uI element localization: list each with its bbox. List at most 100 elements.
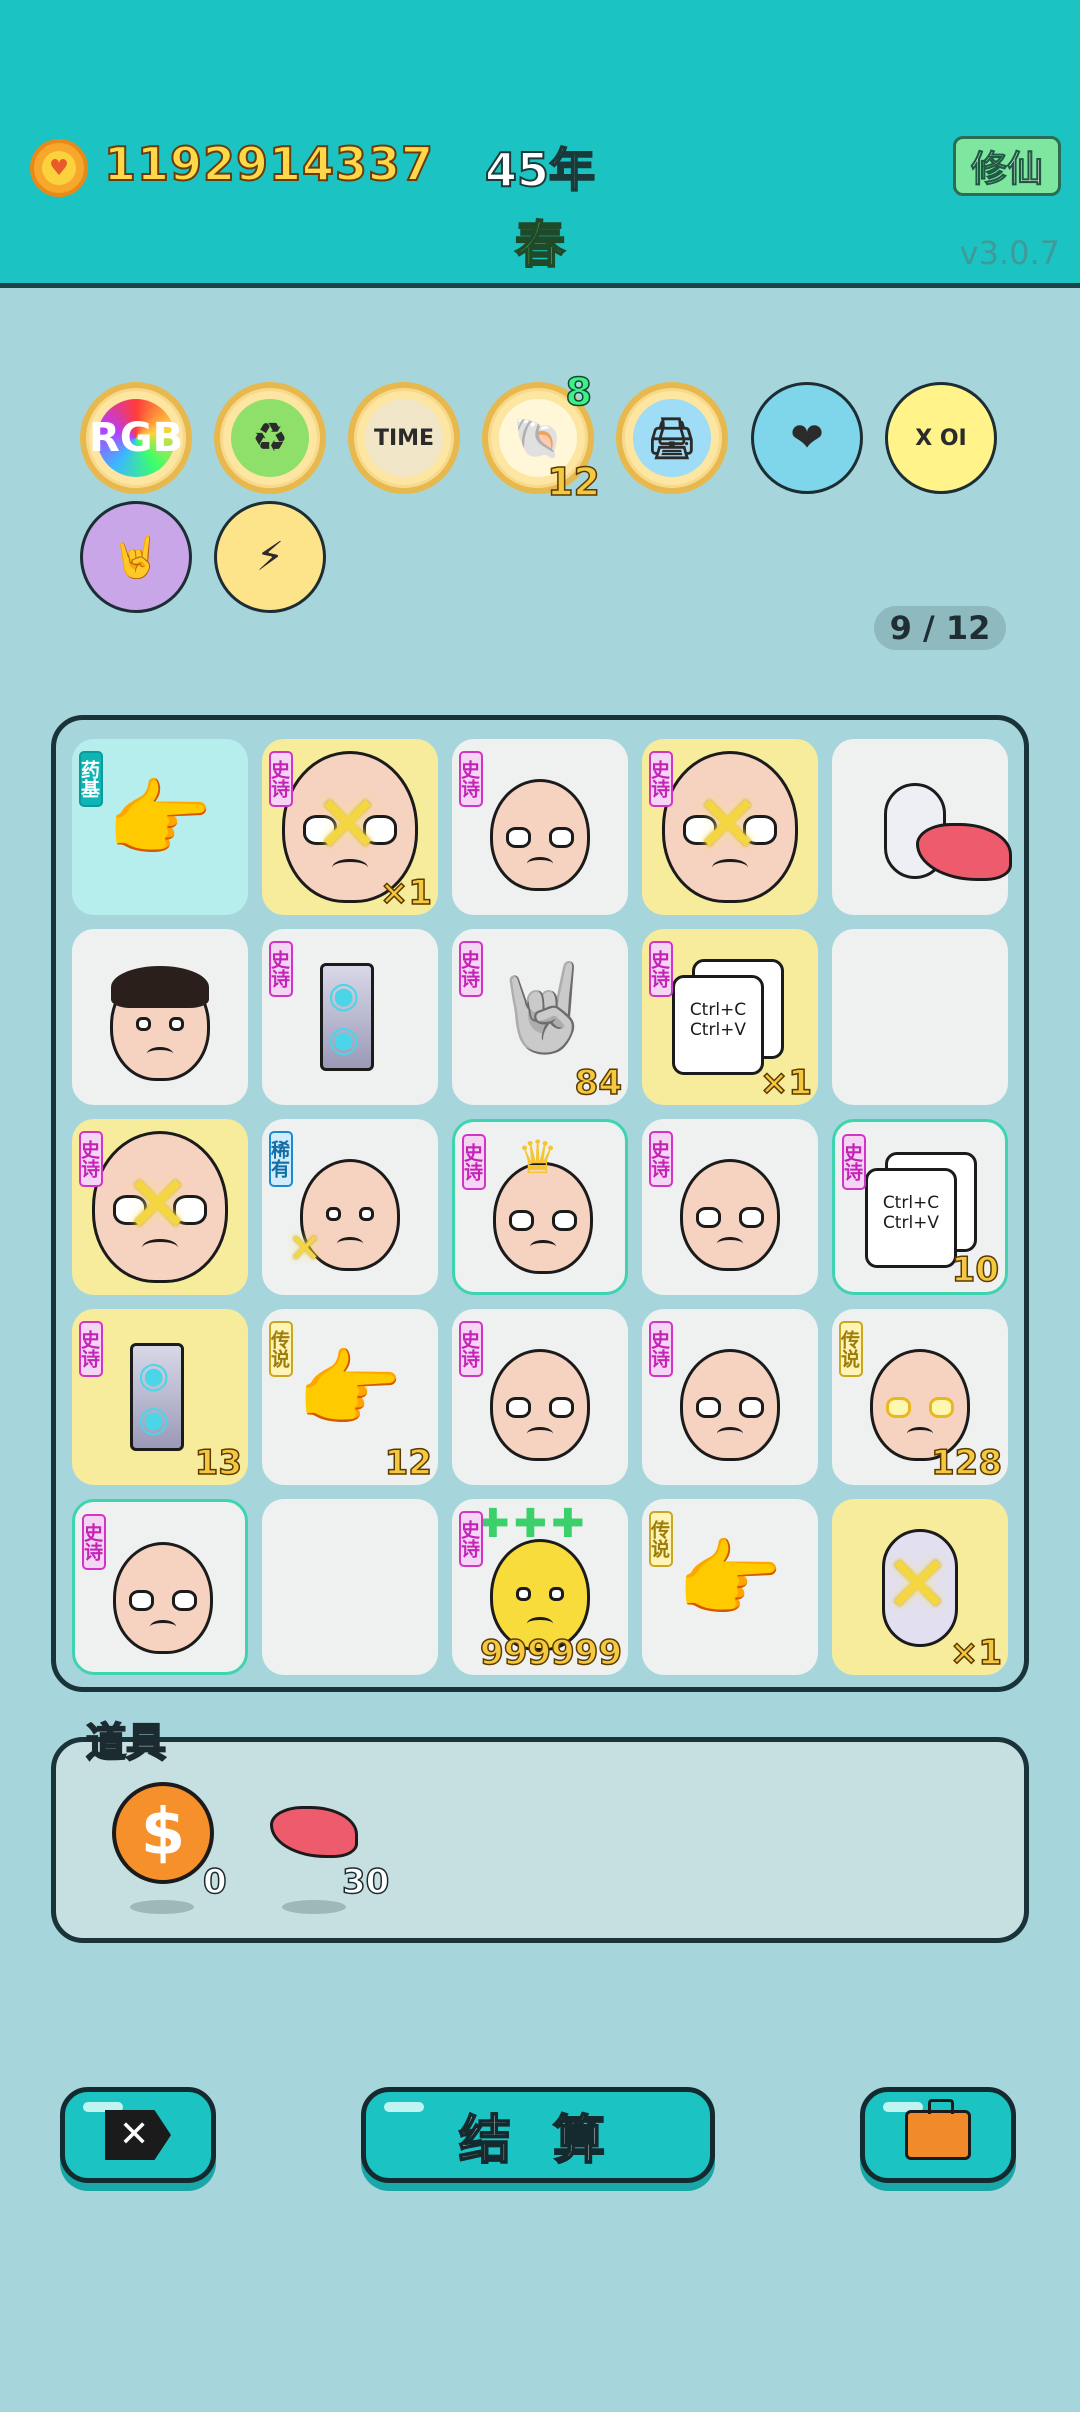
item-slot[interactable] <box>72 929 248 1105</box>
rock-hand-relic[interactable]: 🤘 <box>80 501 192 613</box>
item-slot[interactable]: Ctrl+C Ctrl+V 史诗 10 <box>832 1119 1008 1295</box>
chip-relic-icon: X OI <box>915 425 967 451</box>
xiuxian-button[interactable]: 修仙 <box>953 136 1061 196</box>
item-slot[interactable]: 👉 传说 <box>642 1499 818 1675</box>
close-tag-icon: ✕ <box>105 2110 171 2160</box>
pointing-hand-icon: 👉 <box>676 1530 784 1630</box>
close-button[interactable]: ✕ <box>60 2087 216 2183</box>
item-slot[interactable]: ◉ ◉ 史诗 <box>262 929 438 1105</box>
bald-glasses-face-icon <box>680 1349 780 1461</box>
bald-glasses-face-icon <box>680 1159 780 1271</box>
rarity-tag: 史诗 <box>458 941 483 997</box>
item-count: 10 <box>951 1249 1000 1291</box>
rarity-tag: 传说 <box>838 1321 863 1377</box>
rarity-tag: 史诗 <box>78 1131 103 1187</box>
recycle-relic[interactable]: ♻ <box>214 382 326 494</box>
item-slot[interactable]: ✕ 史诗 <box>72 1119 248 1295</box>
item-slot[interactable]: ✚✚✚ 史诗 999999 <box>452 1499 628 1675</box>
coin-shadow <box>130 1900 194 1914</box>
item-count: 128 <box>930 1442 1002 1484</box>
item-slot[interactable]: 史诗 <box>642 1119 818 1295</box>
rarity-tag: 传说 <box>648 1511 673 1567</box>
button-shine <box>384 2102 424 2112</box>
x-mark-icon: ✕ <box>124 1158 192 1251</box>
relic-bottom-number: 12 <box>546 459 600 505</box>
item-slot[interactable]: 👉 药基 <box>72 739 248 915</box>
item-slot[interactable]: 🤘 史诗 84 <box>452 929 628 1105</box>
time-magazine-relic[interactable]: TIME <box>348 382 460 494</box>
item-slot[interactable]: 传说 128 <box>832 1309 1008 1485</box>
item-slot[interactable]: 史诗 <box>72 1499 248 1675</box>
fan-icon: ◉ <box>138 1399 170 1440</box>
pointing-hand-icon: 👉 <box>106 770 214 870</box>
x-mark-icon: ✕ <box>884 1538 952 1631</box>
sprout-icon: ✚✚✚ <box>476 1501 589 1547</box>
item-slot[interactable]: ✕ ×1 <box>832 1499 1008 1675</box>
dollar-coin-prop-count: 0 <box>202 1861 227 1903</box>
grey-hand-icon: 🤘 <box>490 958 598 1058</box>
item-count: 13 <box>194 1442 243 1484</box>
year-label: 45年 <box>484 142 596 198</box>
item-count: 84 <box>574 1062 623 1104</box>
chip-relic[interactable]: X OI <box>885 382 997 494</box>
rarity-tag: 传说 <box>268 1321 293 1377</box>
rarity-tag: 史诗 <box>648 1321 673 1377</box>
blood-bag-relic[interactable]: ❤ <box>751 382 863 494</box>
item-slot[interactable]: 史诗 <box>642 1309 818 1485</box>
fan-icon: ◉ <box>138 1355 170 1396</box>
rarity-tag: 史诗 <box>648 1131 673 1187</box>
x-mark-icon: ✕ <box>288 1226 322 1272</box>
x-mark-icon: ✕ <box>694 778 762 871</box>
bald-glasses-face-icon <box>490 779 590 891</box>
item-slot[interactable]: 史诗 <box>452 739 628 915</box>
money-counter: 1192914337 <box>103 136 435 192</box>
item-count: ×1 <box>379 872 433 914</box>
rarity-tag: 史诗 <box>458 1511 483 1567</box>
item-slot[interactable] <box>832 739 1012 915</box>
item-slot[interactable]: Ctrl+C Ctrl+V 史诗 ×1 <box>642 929 818 1105</box>
recycle-relic-icon: ♻ <box>231 399 309 477</box>
shell-relic[interactable]: 🐚 8 12 <box>482 369 601 505</box>
version-label: v3.0.7 <box>959 234 1060 272</box>
props-title: 道具 <box>85 1719 167 1767</box>
bald-glasses-face-icon <box>113 1542 213 1654</box>
crown-icon: ♛ <box>517 1130 559 1184</box>
pointing-hand-icon: 👉 <box>296 1340 404 1440</box>
x-mark-icon: ✕ <box>314 778 382 871</box>
settle-label: 结 算 <box>458 2110 618 2172</box>
item-count: ×1 <box>759 1062 813 1104</box>
rarity-tag: 稀有 <box>268 1131 293 1187</box>
empty-slot[interactable] <box>832 929 1008 1105</box>
bag-button[interactable] <box>860 2087 1016 2183</box>
briefcase-icon <box>905 2099 971 2160</box>
page-counter: 9 / 12 <box>874 606 1006 650</box>
rarity-tag: 史诗 <box>841 1134 866 1190</box>
item-slot[interactable]: ◉ ◉ 史诗 13 <box>72 1309 248 1485</box>
rarity-tag: 史诗 <box>81 1514 106 1570</box>
rock-hand-relic-icon: 🤘 <box>111 534 161 581</box>
rarity-tag: 史诗 <box>268 941 293 997</box>
relic-top-number: 8 <box>565 369 593 415</box>
lightning-relic-icon: ⚡ <box>255 534 285 580</box>
rarity-tag: 药基 <box>78 751 103 807</box>
empty-slot[interactable] <box>262 1499 438 1675</box>
heart-coin-icon: ♥ <box>30 139 88 197</box>
printer-relic[interactable]: 🖨 <box>616 382 728 494</box>
item-count: 999999 <box>479 1632 622 1674</box>
item-slot[interactable]: ✕ 史诗 <box>642 739 818 915</box>
rarity-tag: 史诗 <box>648 941 673 997</box>
lightning-relic[interactable]: ⚡ <box>214 501 326 613</box>
item-slot[interactable]: ♛ 史诗 <box>452 1119 628 1295</box>
liver-shadow <box>282 1900 346 1914</box>
item-slot[interactable]: ✕ 稀有 <box>262 1119 438 1295</box>
item-slot[interactable]: 👉 传说 12 <box>262 1309 438 1485</box>
rgb-relic[interactable]: RGB <box>80 382 192 494</box>
item-slot[interactable]: ✕ 史诗 ×1 <box>262 739 438 915</box>
rarity-tag: 史诗 <box>458 751 483 807</box>
rarity-tag: 史诗 <box>461 1134 486 1190</box>
item-count: 12 <box>384 1442 433 1484</box>
liver-prop-count: 30 <box>341 1861 390 1903</box>
item-slot[interactable]: 史诗 <box>452 1309 628 1485</box>
dollar-coin-prop-icon[interactable]: $ <box>112 1782 214 1884</box>
settle-button[interactable]: 结 算 <box>361 2087 715 2183</box>
